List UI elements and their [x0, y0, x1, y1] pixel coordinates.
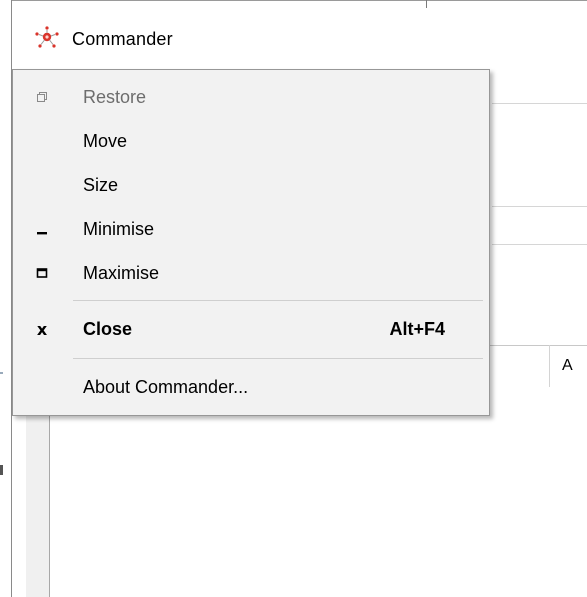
- menu-item-close[interactable]: x Close Alt+F4: [13, 307, 489, 351]
- toolbar-divider: [492, 206, 587, 207]
- file-list-column-header[interactable]: A: [562, 357, 573, 375]
- title-bar[interactable]: Commander: [12, 0, 587, 70]
- menu-separator: [73, 300, 483, 301]
- menu-item-label: Close: [83, 319, 133, 339]
- window-edge-mark: [0, 465, 3, 475]
- toolbar-divider: [492, 244, 587, 245]
- maximise-icon: [29, 251, 55, 295]
- column-divider[interactable]: [549, 345, 550, 387]
- menu-item-label: Maximise: [83, 263, 160, 283]
- close-shortcut: Alt+F4: [389, 319, 445, 339]
- window-edge-tick: [426, 0, 427, 8]
- commander-app-icon[interactable]: [34, 25, 60, 49]
- menu-item-restore[interactable]: Restore: [13, 75, 489, 119]
- menu-item-label: Restore: [83, 87, 147, 107]
- minimise-icon: [29, 207, 55, 251]
- window-edge-mark: [0, 372, 3, 374]
- menu-item-about[interactable]: About Commander...: [13, 365, 489, 409]
- menu-item-move[interactable]: Move: [13, 119, 489, 163]
- menu-item-size[interactable]: Size: [13, 163, 489, 207]
- menu-item-label: About Commander...: [83, 377, 249, 397]
- menu-item-label: Move: [83, 131, 128, 151]
- screen: Commander A Restore Move Size Minimise M…: [0, 0, 587, 597]
- system-menu: Restore Move Size Minimise Maximise x Cl…: [12, 69, 490, 416]
- menu-item-maximise[interactable]: Maximise: [13, 251, 489, 295]
- window-title: Commander: [72, 29, 173, 49]
- toolbar-divider: [492, 103, 587, 104]
- menu-separator: [73, 358, 483, 359]
- restore-icon: [29, 75, 55, 119]
- menu-item-label: Minimise: [83, 219, 155, 239]
- menu-item-minimise[interactable]: Minimise: [13, 207, 489, 251]
- close-icon: x: [36, 319, 48, 339]
- menu-item-label: Size: [83, 175, 119, 195]
